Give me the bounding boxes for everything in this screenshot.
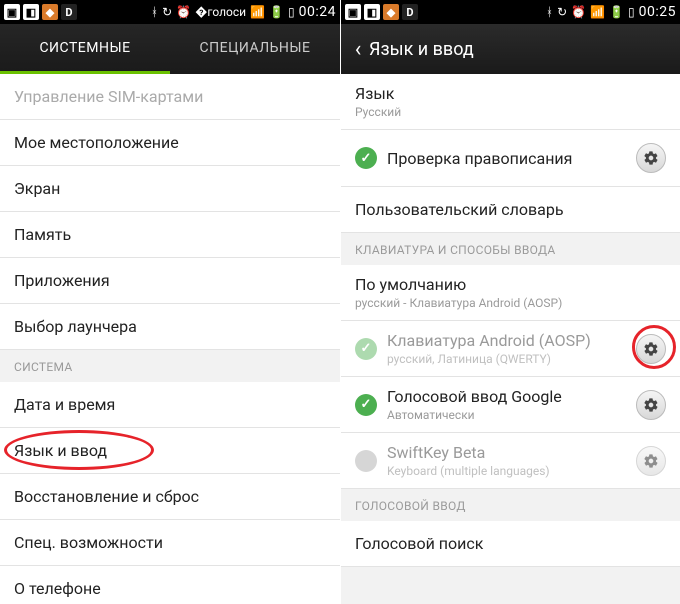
lang-input-list: Язык Русский Проверка правописания Польз… [341,74,680,604]
keyboard-aosp-sub: русский, Латиница (QWERTY) [387,352,591,366]
row-spellcheck[interactable]: Проверка правописания [341,130,680,187]
notif-icon: ▣ [345,4,361,20]
tabs: СИСТЕМНЫЕ СПЕЦИАЛЬНЫЕ [0,24,340,74]
language-label: Язык [355,84,401,103]
clock: 00:25 [639,4,676,20]
wifi-icon: �голоси [195,5,246,19]
status-bar: ▣ ◧ ◆ D ᚼ ↻ ⏰ �голоси 📶 🔋 ▯ 00:24 [0,0,340,24]
checkbox-icon[interactable] [355,394,377,416]
row-apps[interactable]: Приложения [0,258,340,304]
section-keyboards: КЛАВИАТУРА И СПОСОБЫ ВВОДА [341,233,680,265]
phone-left: ▣ ◧ ◆ D ᚼ ↻ ⏰ �голоси 📶 🔋 ▯ 00:24 СИСТЕМ… [0,0,340,604]
checkbox-icon[interactable] [355,338,377,360]
row-keyboard-aosp[interactable]: Клавиатура Android (AOSP) русский, Латин… [341,321,680,377]
row-display[interactable]: Экран [0,166,340,212]
row-datetime[interactable]: Дата и время [0,382,340,428]
bluetooth-icon: ᚼ [546,5,553,19]
row-keyboard-google-voice[interactable]: Голосовой ввод Google Автоматически [341,377,680,433]
row-about[interactable]: О телефоне [0,566,340,604]
row-default-keyboard[interactable]: По умолчанию русский - Клавиатура Androi… [341,265,680,321]
row-launcher[interactable]: Выбор лаунчера [0,304,340,350]
status-bar: ▣ ◧ ◆ D ᚼ ↻ ⏰ 📶 🔋 ▯ 00:25 [341,0,680,24]
settings-gear-button[interactable] [636,390,666,420]
row-user-dictionary[interactable]: Пользовательский словарь [341,187,680,233]
clock: 00:24 [299,4,336,20]
google-voice-sub: Автоматически [387,408,562,422]
notif-icon: ◧ [23,4,39,20]
default-value: русский - Клавиатура Android (AOSP) [355,296,562,310]
bluetooth-icon: ᚼ [151,5,158,19]
settings-gear-button[interactable] [636,143,666,173]
checkbox-icon[interactable] [355,147,377,169]
settings-gear-button[interactable] [636,446,666,476]
google-voice-label: Голосовой ввод Google [387,387,562,406]
row-sim-management[interactable]: Управление SIM-картами [0,74,340,120]
section-voice: ГОЛОСОВОЙ ВВОД [341,489,680,521]
row-voice-search[interactable]: Голосовой поиск [341,521,680,567]
wifi-icon: 📶 [590,5,605,19]
notif-icon: ◆ [42,4,58,20]
notif-icon: ▣ [4,4,20,20]
default-label: По умолчанию [355,275,562,294]
signal-icon: ▯ [628,5,635,19]
notif-icon: ◆ [383,4,399,20]
row-language-input-label: Язык и ввод [14,441,107,460]
row-memory[interactable]: Память [0,212,340,258]
settings-list: Управление SIM-картами Мое местоположени… [0,74,340,604]
row-keyboard-swiftkey[interactable]: SwiftKey Beta Keyboard (multiple languag… [341,433,680,489]
tab-special[interactable]: СПЕЦИАЛЬНЫЕ [170,24,340,74]
checkbox-icon[interactable] [355,450,377,472]
row-accessibility[interactable]: Спец. возможности [0,520,340,566]
notif-icon: D [402,4,418,20]
signal-icon: ▯ [288,5,295,19]
settings-gear-button[interactable] [636,334,666,364]
alarm-icon: ⏰ [176,5,191,19]
phone-right: ▣ ◧ ◆ D ᚼ ↻ ⏰ 📶 🔋 ▯ 00:25 ‹ Язык и ввод … [340,0,680,604]
swiftkey-sub: Keyboard (multiple languages) [387,464,550,478]
row-reset[interactable]: Восстановление и сброс [0,474,340,520]
battery-icon: 🔋 [609,5,624,19]
battery-icon: 🔋 [269,5,284,19]
page-title: Язык и ввод [369,39,474,60]
row-language-input[interactable]: Язык и ввод [0,428,340,474]
alarm-icon: ⏰ [571,5,586,19]
row-location[interactable]: Мое местоположение [0,120,340,166]
spellcheck-label: Проверка правописания [387,149,572,168]
section-system: СИСТЕМА [0,350,340,382]
notif-icon: D [61,4,77,20]
tab-system[interactable]: СИСТЕМНЫЕ [0,24,170,74]
sync-icon: ↻ [557,5,567,19]
wifi-icon: 📶 [250,5,265,19]
keyboard-aosp-label: Клавиатура Android (AOSP) [387,331,591,350]
notif-icon: ◧ [364,4,380,20]
language-value: Русский [355,105,401,119]
row-language[interactable]: Язык Русский [341,74,680,130]
swiftkey-label: SwiftKey Beta [387,443,550,462]
back-icon[interactable]: ‹ [347,37,369,62]
titlebar: ‹ Язык и ввод [341,24,680,74]
sync-icon: ↻ [162,5,172,19]
